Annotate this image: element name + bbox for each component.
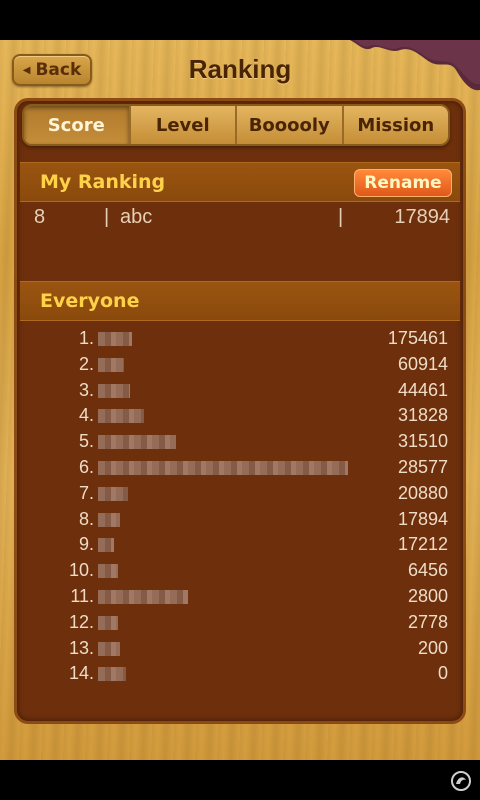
list-item: 13. 200 [20,636,460,662]
everyone-title: Everyone [40,290,140,312]
rank-number: 14. [68,663,94,684]
player-name-redacted [98,615,118,630]
player-name-redacted [98,383,130,398]
my-name: abc [120,206,153,228]
tab-booooly[interactable]: Booooly [235,106,342,144]
list-item: 3. 44461 [20,378,460,404]
tab-mission[interactable]: Mission [341,106,449,144]
rank-number: 1. [78,328,94,348]
list-item: 1. 175461 [20,326,460,352]
player-score: 2800 [407,585,448,606]
list-item: 9. 17212 [20,532,460,558]
player-score: 60914 [397,353,448,374]
player-score: 0 [437,663,448,684]
player-name-redacted [98,538,114,553]
my-ranking-title: My Ranking [40,171,166,193]
rank-number: 5. [78,431,94,452]
my-ranking-header: My Ranking Rename [20,162,460,202]
player-score: 28577 [397,456,448,477]
my-score-separator: | [338,206,344,228]
rank-number: 4. [78,405,94,426]
player-score: 31510 [397,431,448,452]
list-item: 10. 6456 [20,558,460,584]
list-item: 5. 31510 [20,429,460,455]
list-item: 4. 31828 [20,403,460,429]
list-item: 6. 28577 [20,455,460,481]
player-name-redacted [98,332,132,346]
player-name-redacted [98,641,120,656]
watermark-logo-icon [451,771,471,791]
player-score: 17212 [397,534,448,555]
rank-number: 12. [68,611,94,632]
player-name-redacted [98,512,120,527]
player-name-redacted [98,460,348,475]
tab-level[interactable]: Level [128,106,236,144]
player-name-redacted [98,564,118,579]
rank-number: 3. [78,379,94,400]
list-item: 12. 2778 [20,610,460,636]
my-rank: 8 [34,206,46,228]
my-name-separator: | [104,206,110,228]
rank-number: 8. [78,508,94,529]
rank-number: 10. [68,560,94,581]
list-item: 2. 60914 [20,352,460,378]
bottom-bar [0,760,480,800]
player-score: 31828 [397,405,448,426]
list-item: 11. 2800 [20,584,460,610]
player-name-redacted [98,589,188,604]
player-score: 17894 [397,508,448,529]
ranking-tabs: Score Level Booooly Mission [22,104,450,146]
player-score: 200 [417,637,448,658]
list-item: 14. 0 [20,661,460,687]
my-ranking-row: 8 | abc | 17894 [20,206,460,236]
player-score: 2778 [407,611,448,632]
rank-number: 11. [70,585,94,606]
player-name-redacted [98,486,128,501]
my-score: 17894 [394,206,450,228]
rank-number: 2. [78,353,94,374]
player-name-redacted [98,667,126,682]
rank-number: 6. [78,456,94,477]
player-name-redacted [98,357,124,372]
page-title: Ranking [188,54,292,84]
rename-button[interactable]: Rename [354,169,452,197]
rank-number: 7. [78,482,94,503]
list-item: 8. 17894 [20,507,460,533]
rank-number: 9. [78,534,94,555]
player-name-redacted [98,435,176,450]
rank-number: 13. [68,637,94,658]
player-score: 6456 [407,560,448,581]
player-score: 20880 [397,482,448,503]
list-item: 7. 20880 [20,481,460,507]
player-score: 44461 [397,379,448,400]
everyone-list: 1. 175461 2. 60914 3. 44461 4. 31828 5. 31510… [20,326,460,687]
everyone-header: Everyone [20,281,460,321]
tab-score[interactable]: Score [24,106,129,144]
player-score: 175461 [387,328,448,348]
player-name-redacted [98,409,144,424]
